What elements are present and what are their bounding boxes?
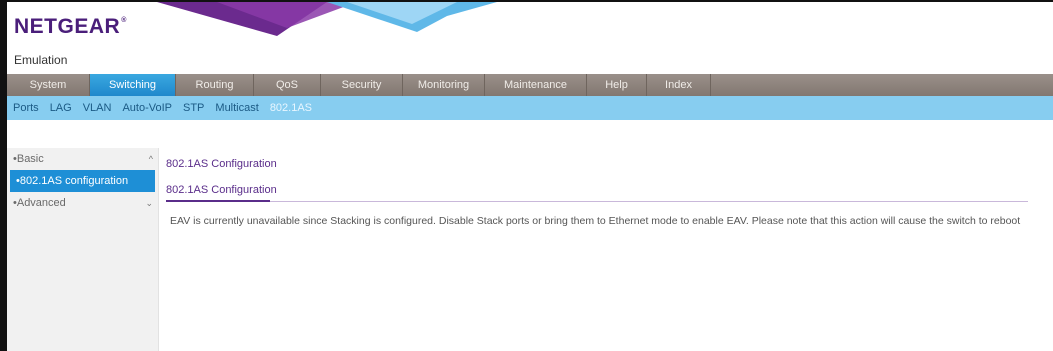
tab-qos[interactable]: QoS: [254, 74, 321, 96]
mode-label: Emulation: [14, 53, 68, 67]
tab-help[interactable]: Help: [587, 74, 647, 96]
main-nav-filler: [711, 74, 1053, 96]
subnav-multicast[interactable]: Multicast: [215, 102, 258, 114]
netgear-logo: NETGEAR®: [14, 15, 127, 39]
subnav-ports[interactable]: Ports: [13, 102, 39, 114]
tab-monitoring[interactable]: Monitoring: [403, 74, 485, 96]
sidebar: •Basic ^ •802.1AS configuration •Advance…: [7, 148, 159, 351]
tab-security[interactable]: Security: [321, 74, 403, 96]
tab-index[interactable]: Index: [647, 74, 711, 96]
subnav-auto-voip[interactable]: Auto-VoIP: [122, 102, 172, 114]
sidebar-item-label: •Advanced: [13, 197, 66, 209]
trademark-mark: ®: [121, 17, 127, 24]
eav-unavailable-notice: EAV is currently unavailable since Stack…: [170, 215, 1021, 227]
logo-text: NETGEAR: [14, 15, 121, 38]
sidebar-item-label: •Basic: [13, 153, 44, 165]
tab-switching[interactable]: Switching: [90, 74, 176, 96]
subnav-vlan[interactable]: VLAN: [83, 102, 112, 114]
subnav-lag[interactable]: LAG: [50, 102, 72, 114]
tab-routing[interactable]: Routing: [176, 74, 254, 96]
sidebar-item-basic[interactable]: •Basic ^: [7, 148, 158, 170]
section-divider-accent: [166, 200, 270, 202]
tab-system[interactable]: System: [7, 74, 90, 96]
breadcrumb: 802.1AS Configuration: [166, 158, 277, 170]
tab-maintenance[interactable]: Maintenance: [485, 74, 587, 96]
sidebar-item-advanced[interactable]: •Advanced ⌄: [7, 192, 158, 214]
subnav-802-1as[interactable]: 802.1AS: [270, 102, 312, 114]
section-title: 802.1AS Configuration: [166, 184, 277, 196]
main-nav: System Switching Routing QoS Security Mo…: [7, 74, 1053, 96]
sub-nav: Ports LAG VLAN Auto-VoIP STP Multicast 8…: [7, 96, 1053, 120]
sidebar-item-802-1as-configuration[interactable]: •802.1AS configuration: [10, 170, 155, 192]
section-divider: [166, 201, 1028, 202]
header-banner-graphic: [157, 2, 497, 36]
subnav-stp[interactable]: STP: [183, 102, 204, 114]
chevron-down-icon: ⌄: [145, 198, 153, 208]
chevron-up-icon: ^: [148, 154, 153, 164]
header: NETGEAR® Emulation: [7, 2, 1053, 70]
sidebar-item-label: •802.1AS configuration: [16, 175, 129, 187]
